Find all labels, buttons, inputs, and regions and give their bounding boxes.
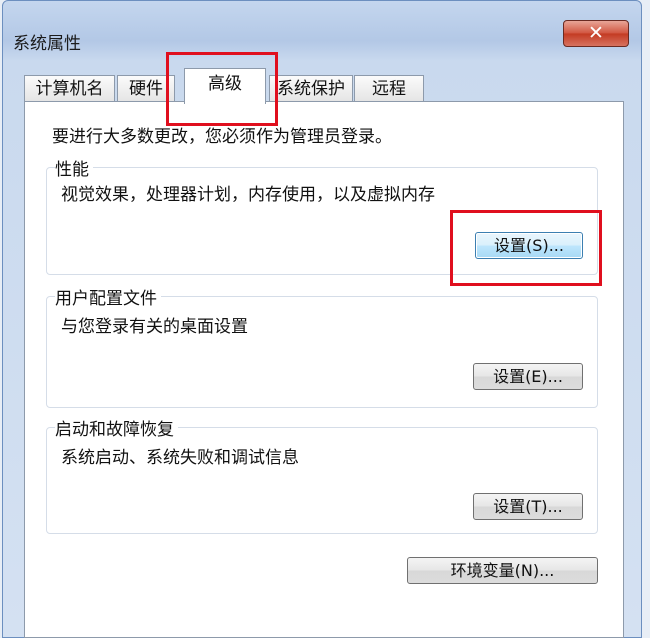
user-profiles-group: 用户配置文件 与您登录有关的桌面设置 设置(E)... <box>46 284 598 408</box>
user-profiles-description: 与您登录有关的桌面设置 <box>61 317 248 337</box>
tab-remote[interactable]: 远程 <box>354 75 424 102</box>
startup-recovery-settings-button[interactable]: 设置(T)... <box>473 493 583 520</box>
tab-bar: 计算机名 硬件 高级 系统保护 远程 <box>24 68 624 104</box>
user-profiles-label: 用户配置文件 <box>55 284 161 309</box>
advanced-tab-panel: 要进行大多数更改，您必须作为管理员登录。 性能 视觉效果，处理器计划，内存使用，… <box>24 101 624 638</box>
startup-recovery-description: 系统启动、系统失败和调试信息 <box>61 448 299 468</box>
highlight-box-advanced-tab <box>166 52 278 126</box>
environment-variables-button[interactable]: 环境变量(N)... <box>407 557 598 584</box>
performance-description: 视觉效果，处理器计划，内存使用，以及虚拟内存 <box>61 185 435 205</box>
window-title: 系统属性 <box>13 34 81 54</box>
close-button[interactable]: ✕ <box>563 20 629 47</box>
user-profiles-settings-button[interactable]: 设置(E)... <box>473 363 583 390</box>
tab-system-protection[interactable]: 系统保护 <box>269 75 353 102</box>
highlight-box-performance-settings <box>450 210 602 286</box>
title-bar[interactable]: 系统属性 ✕ <box>3 1 641 54</box>
tab-computer-name[interactable]: 计算机名 <box>24 75 115 102</box>
startup-recovery-group: 启动和故障恢复 系统启动、系统失败和调试信息 设置(T)... <box>46 415 598 534</box>
startup-recovery-label: 启动和故障恢复 <box>55 415 178 440</box>
close-icon: ✕ <box>588 22 604 44</box>
performance-label: 性能 <box>55 155 93 180</box>
